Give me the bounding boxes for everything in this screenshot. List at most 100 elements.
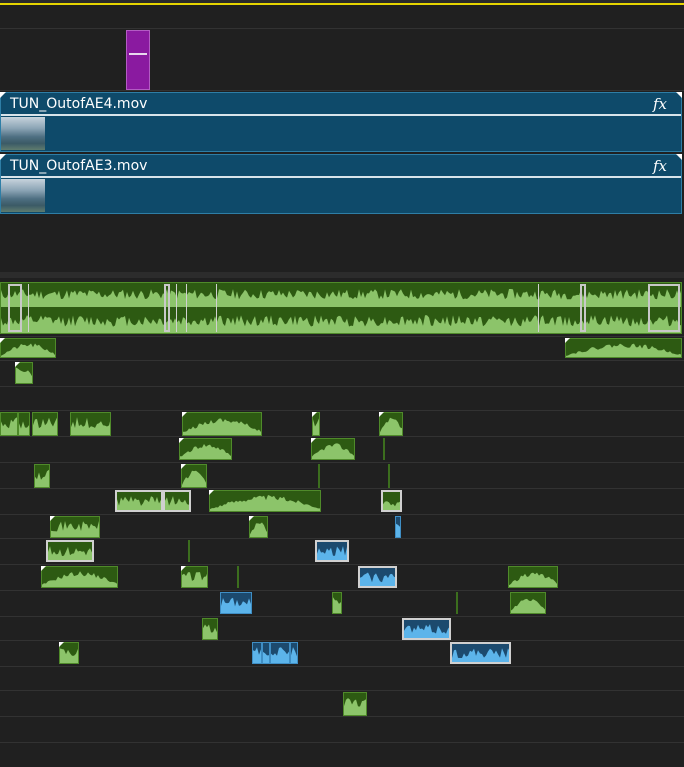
audio-clip[interactable] xyxy=(262,642,270,664)
audio-clip[interactable] xyxy=(510,592,546,614)
clip-thumbnail xyxy=(1,117,45,150)
audio-clip[interactable] xyxy=(290,642,298,664)
clip-header: TUN_OutofAE4.mov fx xyxy=(1,93,681,116)
audio-clip[interactable] xyxy=(508,566,558,588)
work-area-bar[interactable] xyxy=(0,3,684,5)
audio-waveform xyxy=(404,624,449,638)
audio-clip[interactable] xyxy=(270,642,290,664)
track-divider xyxy=(0,690,684,691)
clip-edit-point[interactable] xyxy=(580,284,586,332)
audio-clip[interactable] xyxy=(395,516,401,538)
fade-handle[interactable] xyxy=(0,338,5,343)
clip-marker xyxy=(388,464,390,488)
fade-handle[interactable] xyxy=(179,438,184,443)
track-divider xyxy=(0,462,684,463)
clip-edit-point[interactable] xyxy=(648,284,680,332)
audio-waveform xyxy=(312,443,354,459)
clip-marker xyxy=(318,464,320,488)
track-divider xyxy=(0,410,684,411)
fade-handle[interactable] xyxy=(209,490,214,495)
audio-waveform xyxy=(48,546,92,560)
clip-name: TUN_OutofAE4.mov xyxy=(10,96,148,112)
audio-clip[interactable] xyxy=(163,490,191,512)
audio-waveform xyxy=(263,651,269,663)
track-divider xyxy=(0,28,684,29)
fade-handle[interactable] xyxy=(41,566,46,571)
audio-clip[interactable] xyxy=(332,592,342,614)
clip-edit-point[interactable] xyxy=(8,284,22,332)
audio-clip[interactable] xyxy=(0,338,56,358)
fx-badge-icon[interactable]: fx xyxy=(653,95,667,113)
audio-clip[interactable] xyxy=(50,516,100,538)
audio-waveform xyxy=(117,496,161,510)
audio-clip[interactable] xyxy=(343,692,367,716)
track-divider xyxy=(0,640,684,641)
audio-waveform xyxy=(183,418,261,435)
audio-clip[interactable] xyxy=(115,490,163,512)
audio-waveform xyxy=(271,647,289,663)
audio-clip[interactable] xyxy=(402,618,451,640)
timeline[interactable]: TUN_OutofAE4.mov fx TUN_OutofAE3.mov fx xyxy=(0,0,684,767)
fade-handle[interactable] xyxy=(565,338,570,343)
fade-handle[interactable] xyxy=(311,438,316,443)
audio-waveform xyxy=(333,597,341,613)
fade-handle[interactable] xyxy=(182,412,187,417)
fade-handle[interactable] xyxy=(181,566,186,571)
track-divider xyxy=(0,590,684,591)
clip-edit-point[interactable] xyxy=(186,284,187,332)
audio-clip[interactable] xyxy=(32,412,58,436)
video-clip-2[interactable]: TUN_OutofAE3.mov fx xyxy=(0,154,682,214)
audio-waveform xyxy=(71,417,110,435)
clip-edit-point[interactable] xyxy=(216,284,217,332)
fade-handle[interactable] xyxy=(15,362,20,367)
video-clip-1[interactable]: TUN_OutofAE4.mov fx xyxy=(0,92,682,152)
clip-edit-point[interactable] xyxy=(28,284,29,332)
audio-clip[interactable] xyxy=(18,412,30,436)
audio-clip[interactable] xyxy=(220,592,252,614)
fade-handle[interactable] xyxy=(379,412,384,417)
clip-header: TUN_OutofAE3.mov fx xyxy=(1,155,681,178)
track-divider xyxy=(0,716,684,717)
audio-clip[interactable] xyxy=(450,642,511,664)
audio-waveform xyxy=(253,647,261,663)
audio-clip[interactable] xyxy=(179,438,232,460)
clip-edit-point[interactable] xyxy=(164,284,170,332)
track-divider xyxy=(0,538,684,539)
audio-clip[interactable] xyxy=(70,412,111,436)
audio-clip[interactable] xyxy=(182,412,262,436)
audio-waveform xyxy=(509,572,557,587)
audio-waveform xyxy=(383,501,400,510)
fade-handle[interactable] xyxy=(312,412,317,417)
audio-clip[interactable] xyxy=(252,642,262,664)
audio-clip[interactable] xyxy=(358,566,397,588)
audio-waveform xyxy=(511,598,545,613)
video-audio-divider[interactable] xyxy=(0,272,684,278)
fade-handle[interactable] xyxy=(59,642,64,647)
fx-badge-icon[interactable]: fx xyxy=(653,157,667,175)
track-divider xyxy=(0,488,684,489)
graphics-clip[interactable] xyxy=(126,30,150,90)
audio-clip[interactable] xyxy=(311,438,355,460)
audio-clip[interactable] xyxy=(0,412,18,436)
audio-clip[interactable] xyxy=(315,540,349,562)
audio-clip[interactable] xyxy=(41,566,118,588)
audio-waveform xyxy=(203,624,217,639)
clip-edit-point[interactable] xyxy=(538,284,539,332)
fade-handle[interactable] xyxy=(50,516,55,521)
audio-waveform xyxy=(33,417,57,435)
clip-edit-point[interactable] xyxy=(176,284,177,332)
audio-waveform xyxy=(360,572,395,586)
audio-clip[interactable] xyxy=(381,490,402,512)
audio-waveform xyxy=(1,315,681,333)
audio-waveform xyxy=(396,523,400,537)
track-divider xyxy=(0,336,684,337)
audio-clip[interactable] xyxy=(46,540,94,562)
audio-clip[interactable] xyxy=(565,338,682,358)
fade-handle[interactable] xyxy=(249,516,254,521)
audio-waveform xyxy=(1,343,55,357)
fade-handle[interactable] xyxy=(181,464,186,469)
clip-marker xyxy=(383,438,385,460)
audio-clip[interactable] xyxy=(209,490,321,512)
audio-clip[interactable] xyxy=(202,618,218,640)
audio-clip[interactable] xyxy=(34,464,50,488)
